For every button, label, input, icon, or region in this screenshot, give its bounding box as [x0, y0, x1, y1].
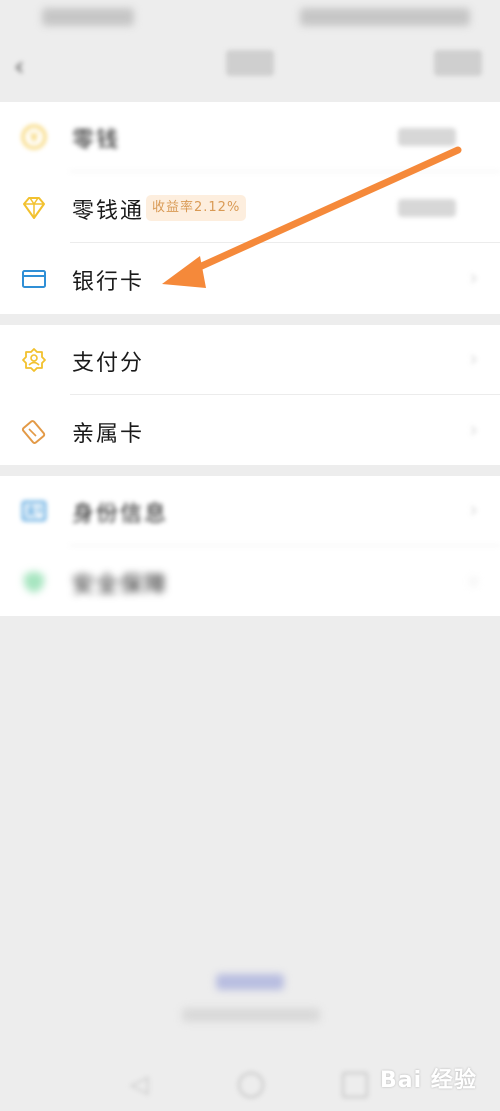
list-item-wallet[interactable]: ¥ 零钱: [0, 102, 500, 172]
chevron-right-icon: ›: [469, 347, 478, 372]
score-badge-icon: [22, 348, 46, 372]
diamond-icon: [23, 197, 45, 219]
id-card-icon: [22, 501, 46, 521]
list-item-label: 亲属卡: [72, 422, 145, 447]
list-item-label: 零钱: [72, 128, 121, 153]
shield-icon: [24, 571, 44, 593]
list-item-label: 零钱通: [72, 199, 145, 224]
yuan-coin-icon: ¥: [22, 125, 46, 149]
family-card-icon: [21, 420, 46, 444]
status-bar: [0, 0, 500, 36]
system-back-icon[interactable]: ◁: [130, 1070, 148, 1098]
list-item-lingqiantong[interactable]: 零钱通: [0, 173, 500, 243]
group-services: 支付分 › 亲属卡 ›: [0, 325, 500, 465]
system-recents-icon[interactable]: [342, 1072, 368, 1098]
status-bar-carrier: [42, 8, 134, 26]
group-account: 身份信息 › 安全保障 ›: [0, 476, 500, 616]
chevron-right-icon: ›: [469, 498, 478, 523]
lqt-balance: [398, 199, 456, 217]
list-item-payscore[interactable]: 支付分 ›: [0, 325, 500, 395]
page-title: [226, 50, 274, 76]
list-item-label: 身份信息: [72, 502, 169, 527]
bottom-link[interactable]: [216, 974, 284, 990]
list-item-label: 支付分: [72, 351, 145, 376]
nav-action-button[interactable]: [434, 50, 482, 76]
watermark-logo: Bai 经验: [380, 1068, 477, 1093]
bank-card-icon: [22, 270, 46, 288]
status-bar-indicators: [300, 8, 470, 26]
chevron-right-icon: ›: [469, 266, 478, 291]
list-item-identity[interactable]: 身份信息 ›: [0, 476, 500, 546]
list-item-family-card[interactable]: 亲属卡 ›: [0, 396, 500, 466]
back-icon[interactable]: ‹: [14, 52, 24, 82]
list-item-label: 银行卡: [72, 270, 145, 295]
chevron-right-icon: ›: [469, 569, 478, 594]
chevron-right-icon: ›: [469, 418, 478, 443]
wallet-balance: [398, 128, 456, 146]
list-item-security[interactable]: 安全保障 ›: [0, 547, 500, 617]
system-home-icon[interactable]: [238, 1072, 264, 1098]
bottom-footer-text: [182, 1008, 320, 1022]
nav-bar: ‹: [0, 36, 500, 96]
list-item-label: 安全保障: [72, 573, 169, 598]
list-item-bankcard[interactable]: 银行卡 ›: [0, 244, 500, 314]
wallet-page: ‹ ¥ 零钱 零钱通 银行卡 › 收益率2.12% 支付分 › 亲属卡 › 身份…: [0, 0, 500, 1111]
group-balance: ¥ 零钱 零钱通 银行卡 ›: [0, 102, 500, 314]
svg-text:¥: ¥: [30, 131, 38, 146]
yield-badge: 收益率2.12%: [146, 195, 247, 221]
